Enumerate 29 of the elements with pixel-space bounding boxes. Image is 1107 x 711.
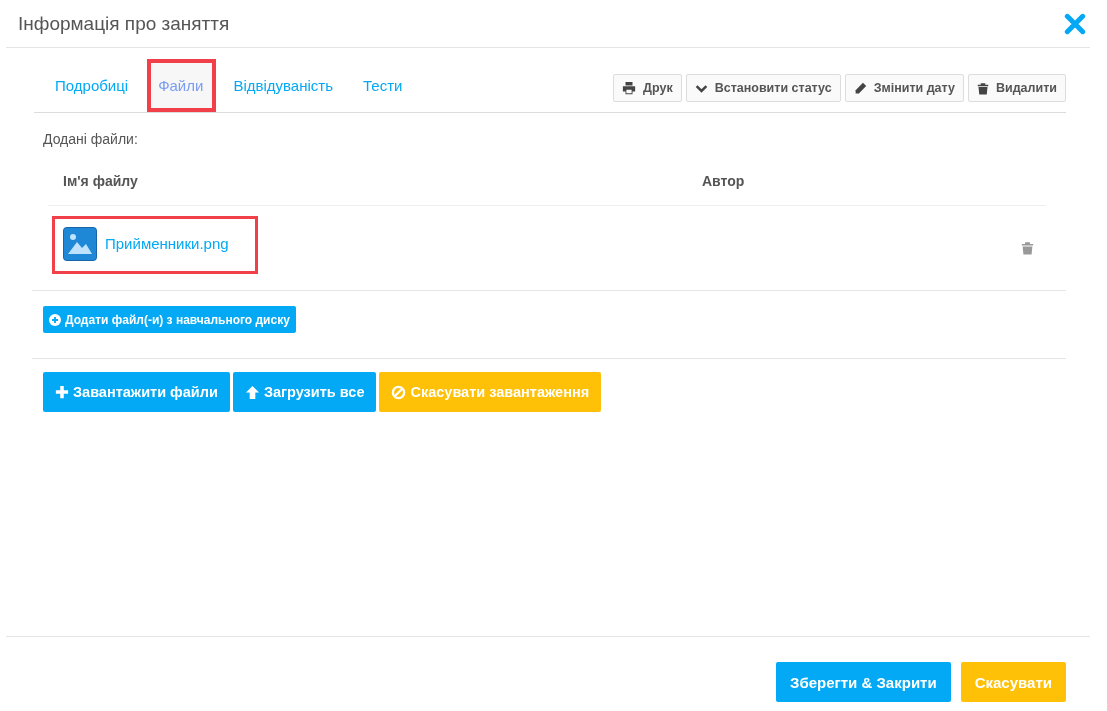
section-label: Додані файли:: [43, 131, 139, 147]
plus-circle-icon: [49, 313, 61, 326]
status-button[interactable]: Встановити статус: [685, 74, 841, 102]
save-close-button[interactable]: Зберегти & Закрити: [776, 662, 951, 702]
file-link[interactable]: Прийменники.png: [105, 235, 229, 252]
dialog-title: Інформація про заняття: [18, 12, 230, 35]
ban-icon: [391, 384, 407, 400]
trash-icon: [976, 81, 989, 95]
tab[interactable]: Тести: [352, 59, 416, 112]
cancel-button[interactable]: Скасувати: [960, 662, 1066, 702]
tab[interactable]: Подробиці: [44, 59, 142, 112]
print-button[interactable]: Друк: [613, 74, 682, 102]
close-icon[interactable]: [1064, 12, 1086, 35]
tab[interactable]: Відвідуваність: [222, 59, 346, 112]
upload-all-button[interactable]: Загрузить все: [232, 372, 377, 412]
add-from-disk-button[interactable]: Додати файл(-и) з навчального диску: [43, 306, 296, 333]
date-button[interactable]: Змінити дату: [844, 74, 964, 102]
cancel-upload-button[interactable]: Скасувати завантаження: [379, 372, 602, 412]
column-header: Ім'я файлу: [63, 173, 139, 189]
image-file-icon: [63, 226, 97, 261]
printer-icon: [622, 81, 637, 95]
pencil-icon: [853, 81, 867, 95]
trash-icon[interactable]: [1021, 240, 1034, 255]
column-header: Автор: [702, 173, 745, 189]
plus-icon: [55, 385, 69, 399]
delete-button[interactable]: Видалити: [967, 74, 1066, 102]
tab[interactable]: Файли: [147, 59, 217, 112]
upload-files-button[interactable]: Завантажити файли: [43, 372, 230, 412]
arrow-up-icon: [244, 384, 260, 400]
